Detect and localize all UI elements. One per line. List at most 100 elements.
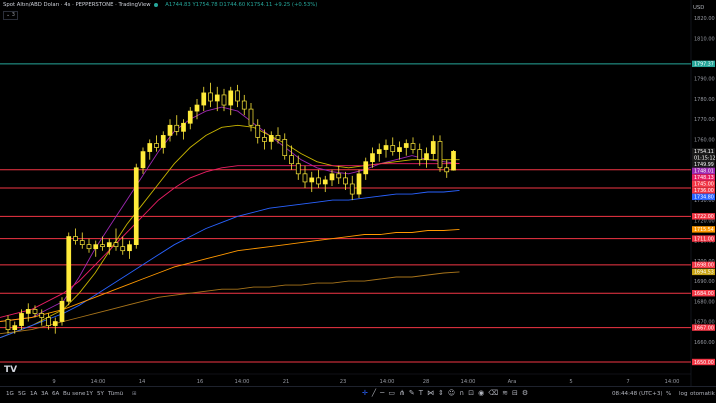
range-1d[interactable]: 1G [6,391,14,397]
auto-scale-toggle[interactable]: otomatik [690,391,715,397]
candle-body [390,145,396,152]
candle-body [32,309,38,314]
candle-body [100,244,105,248]
percent-toggle[interactable]: % [666,391,671,397]
emoji-icon[interactable]: ☺ [448,389,459,397]
eye-icon[interactable]: ◉ [478,389,488,397]
candle-body [349,183,355,195]
candle-body [309,177,315,183]
candle-body [316,177,321,185]
indicator-collapse-button[interactable]: ⌄ 3 [3,11,18,20]
tradingview-logo[interactable]: TV [4,365,17,375]
candle-body [214,94,220,102]
candle-body [397,147,402,152]
candle-body [106,242,112,248]
range-3m[interactable]: 3A [41,391,48,397]
text-icon[interactable]: T [419,389,427,397]
candle-body [93,244,99,250]
price-tag-label: 1797.37 [694,62,714,68]
candle-body [444,167,450,173]
candle-body [52,321,58,326]
price-tag-label: 1711.00 [694,236,714,242]
range-all[interactable]: Tümü [108,391,123,397]
price-tag-label: 01:15:12 [694,156,716,162]
bottom-toolbar: 1G 5G 1A 3A 6A Bu sene 1Y 5Y Tümü ⊞ 08:4… [0,386,716,403]
settings-icon[interactable]: ⚙ [522,389,532,397]
candle-body [363,161,369,175]
range-5d[interactable]: 5G [18,391,26,397]
time-tick-label: 14:00 [461,379,476,385]
candle-body [154,143,159,148]
candle-body [86,244,92,250]
log-toggle[interactable]: log [679,391,688,397]
time-tick-label: 14 [139,379,146,385]
range-ytd[interactable]: Bu sene [63,391,86,397]
candle-body [255,124,261,138]
lock-icon[interactable]: ⊡ [468,389,478,397]
clock-time[interactable]: 08:44:48 (UTC+3) [612,391,663,397]
market-status-dot [153,2,158,7]
price-tag-label: 1667.00 [694,325,714,331]
price-tag-label: 1698.00 [694,263,714,269]
candle-body [410,143,416,150]
candle-body [5,319,11,330]
cursor-icon[interactable]: ✛ [362,389,372,397]
pattern-icon[interactable]: ⋈ [427,389,438,397]
rectangle-icon[interactable]: ▭ [388,389,399,397]
candle-body [79,240,85,246]
brush-icon[interactable]: ✎ [409,389,419,397]
measure-icon[interactable]: ⇕ [438,389,448,397]
currency-label: USD [693,5,704,11]
candle-body [268,135,274,142]
candle-body [329,173,335,181]
price-tag-label: 1748.13 [694,175,714,181]
symbol-title[interactable]: Spot Altın/ABD Doları · 4s · PEPPERSTONE… [3,2,151,8]
price-tag-label: 1734.80 [694,195,714,201]
price-chart[interactable]: 1820.00 1810.00 1790.00 1780.00 1770.00 1760.… [0,0,716,402]
price-tag-label: 1694.53 [694,270,714,276]
drawing-toolbar: ✛╱─▭⋔✎T⋈⇕☺∩⊡◉⌫≋⊟⚙ [362,389,532,397]
time-tick-label: 9 [52,379,55,385]
candle-body [437,141,443,169]
trash-icon[interactable]: ⌫ [488,389,502,397]
price-tick-label: 1760.00 [694,137,715,143]
ruler-icon[interactable]: ⊟ [512,389,522,397]
price-tag-label: 1736.00 [694,188,714,194]
range-6m[interactable]: 6A [52,391,59,397]
candle-body [127,244,132,252]
layers-icon[interactable]: ≋ [502,389,512,397]
time-tick-label: 14:00 [91,379,106,385]
candle-body [302,173,308,183]
magnet-icon[interactable]: ∩ [459,389,468,397]
price-tick-label: 1790.00 [694,77,715,83]
candle-body [167,124,173,136]
price-tag-label: 1650.00 [694,360,714,366]
time-tick-label: 14:00 [665,379,680,385]
candle-body [289,155,294,165]
candle-body [46,317,51,326]
price-tick-label: 1820.00 [694,16,715,22]
candle-body [160,135,166,148]
candle-body [451,151,456,171]
candle-body [221,94,227,106]
candle-body [424,153,429,161]
price-tag-label: 1745.00 [694,182,714,188]
price-tick-label: 1680.00 [694,299,715,305]
time-tick-label: 5 [569,379,572,385]
time-tick-label: 14:00 [380,379,395,385]
candle-body [262,137,267,142]
range-5y[interactable]: 5Y [97,391,104,397]
candle-body [73,236,78,241]
price-tag-label: 1722.00 [694,214,714,220]
candle-body [282,139,288,156]
price-tag-label: 1754.11 [694,149,714,155]
trend-line-icon[interactable]: ╱ [372,389,380,397]
symbol-header[interactable]: Spot Altın/ABD Doları · 4s · PEPPERSTONE… [3,2,317,8]
candle-body [147,143,153,152]
goto-date-icon[interactable]: ⊞ [132,391,137,397]
time-tick-label: 14:00 [235,379,250,385]
candle-body [235,90,240,102]
range-1m[interactable]: 1A [30,391,37,397]
range-1y[interactable]: 1Y [86,391,93,397]
pitchfork-icon[interactable]: ⋔ [399,389,409,397]
